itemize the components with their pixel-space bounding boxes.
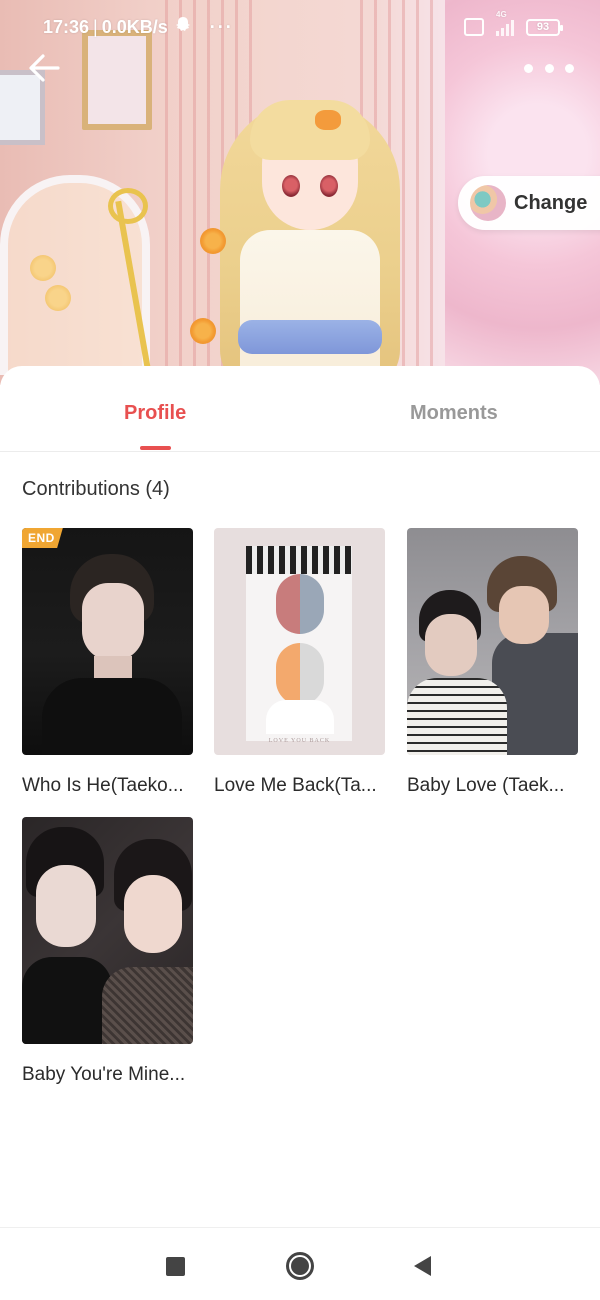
more-dot [565, 63, 574, 73]
change-label: Change [514, 191, 588, 214]
book-card[interactable]: Baby You're Mine... [22, 817, 193, 1086]
arrow-left-icon [29, 54, 60, 82]
book-cover[interactable]: LOVE YOU BACK [214, 528, 385, 755]
system-nav-bar [0, 1227, 600, 1300]
book-card[interactable]: END Who Is He(Taeko... [22, 528, 193, 797]
more-dot [544, 63, 554, 73]
status-more-dots: ··· [209, 16, 234, 37]
signal-label: 4G [496, 10, 507, 19]
tab-bar: Profile Moments [0, 366, 600, 452]
flower-decoration [190, 318, 216, 344]
contributions-title: Contributions (4) [22, 478, 170, 500]
back-button[interactable] [24, 48, 64, 88]
square-icon [165, 1256, 185, 1276]
tab-profile[interactable]: Profile [124, 402, 186, 425]
profile-sheet: Profile Moments Contributions (4) END Wh… [0, 366, 600, 1300]
book-cover[interactable] [22, 817, 193, 1044]
book-title[interactable]: Love Me Back(Ta... [214, 775, 385, 797]
avatar-thumbnail [470, 185, 506, 221]
flower-decoration [200, 228, 226, 254]
tab-active-indicator [140, 446, 171, 450]
sim-icon [464, 18, 484, 36]
home-button[interactable] [280, 1246, 320, 1286]
book-title[interactable]: Baby You're Mine... [22, 1064, 193, 1086]
avatar-character [210, 80, 410, 385]
cover-caption: LOVE YOU BACK [268, 738, 331, 744]
system-back-button[interactable] [402, 1246, 442, 1286]
status-time: 17:36 [43, 16, 90, 37]
book-card[interactable]: Baby Love (Taek... [407, 528, 578, 797]
book-card[interactable]: LOVE YOU BACK Love Me Back(Ta... [214, 528, 385, 797]
snapchat-icon [174, 16, 192, 39]
recent-apps-button[interactable] [155, 1246, 195, 1286]
more-button[interactable] [524, 55, 574, 81]
more-dot [524, 63, 533, 73]
status-net-speed: 0.0KB/s [101, 16, 168, 37]
flower-decoration [45, 285, 71, 311]
status-separator: | [93, 16, 98, 37]
book-title[interactable]: Who Is He(Taeko... [22, 775, 193, 797]
book-title[interactable]: Baby Love (Taek... [407, 775, 578, 797]
book-cover[interactable] [407, 528, 578, 755]
tab-moments[interactable]: Moments [410, 402, 498, 425]
battery-icon: 93 [526, 18, 563, 36]
book-cover[interactable]: END [22, 528, 193, 755]
wand-decoration [108, 188, 148, 224]
change-avatar-button[interactable]: Change [458, 176, 600, 230]
end-badge: END [22, 528, 63, 548]
circle-icon [286, 1252, 314, 1280]
signal-icon: 4G [496, 10, 514, 36]
status-bar: 17:36 | 0.0KB/s ··· 4G 93 [0, 0, 600, 54]
flower-decoration [30, 255, 56, 281]
triangle-back-icon [413, 1256, 431, 1276]
profile-banner: 17:36 | 0.0KB/s ··· 4G 93 Change [0, 0, 600, 385]
